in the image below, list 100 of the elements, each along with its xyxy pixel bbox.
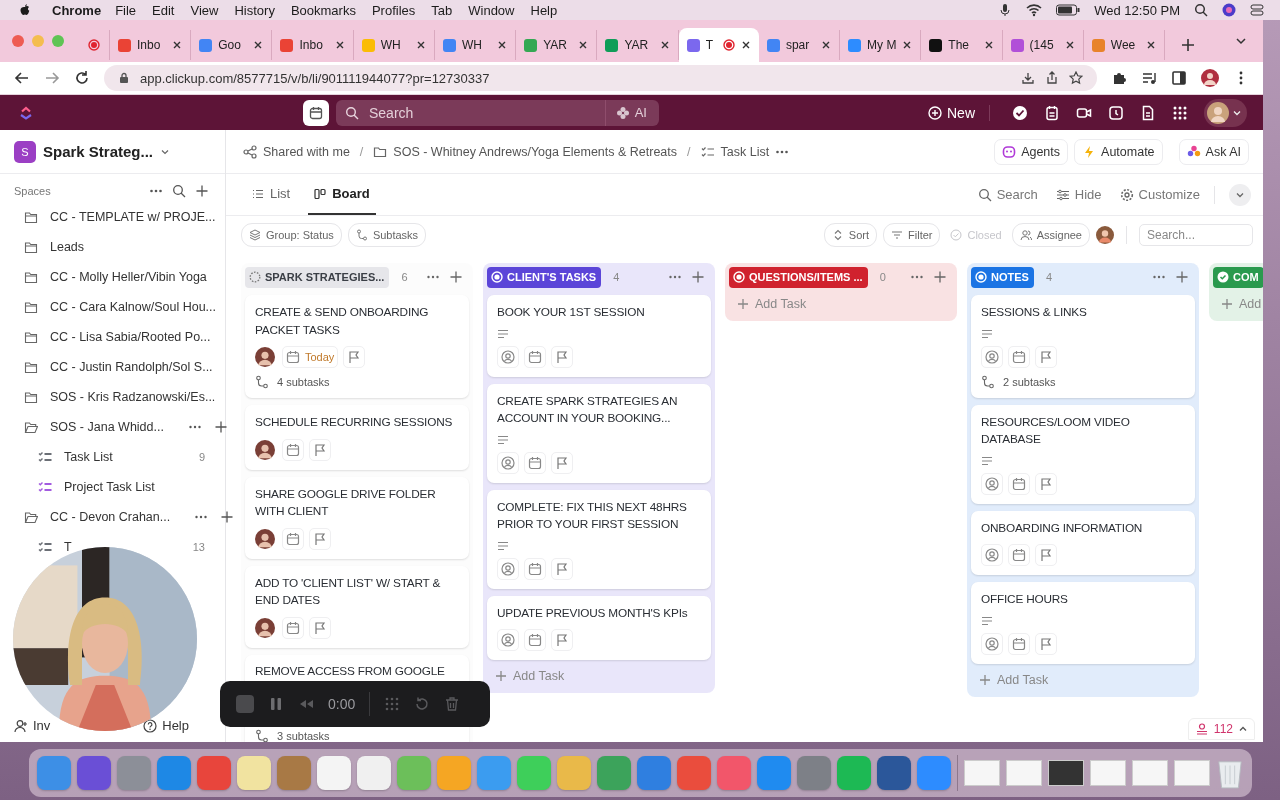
menu-item[interactable]: Bookmarks xyxy=(290,2,356,18)
due-date-button[interactable] xyxy=(524,345,546,368)
task-card[interactable]: ADD TO 'CLIENT LIST' W/ START & END DATES xyxy=(245,565,469,648)
avatar-icon[interactable] xyxy=(255,439,275,460)
menu-item[interactable]: File xyxy=(115,2,137,18)
app-icon[interactable] xyxy=(876,756,911,790)
priority-button[interactable] xyxy=(551,345,573,368)
close-icon[interactable] xyxy=(497,40,508,50)
task-card[interactable]: OFFICE HOURS xyxy=(971,582,1195,664)
header-button[interactable]: Agents xyxy=(994,138,1069,165)
browser-tab[interactable]: (145 xyxy=(1002,30,1084,60)
priority-button[interactable] xyxy=(309,527,331,550)
due-date-button[interactable] xyxy=(282,438,304,461)
dot-grid-icon[interactable] xyxy=(384,696,401,712)
sidebar-item[interactable]: CC - Devon Crahan... xyxy=(50,510,171,524)
task-card[interactable]: SHARE GOOGLE DRIVE FOLDER WITH CLIENT xyxy=(245,476,469,559)
priority-button[interactable] xyxy=(1035,544,1057,566)
search-icon[interactable] xyxy=(172,184,186,198)
restart-icon[interactable] xyxy=(414,696,431,712)
plus-icon[interactable] xyxy=(195,184,209,198)
window-thumbnail[interactable] xyxy=(1131,760,1168,786)
ai-button[interactable]: AI xyxy=(604,99,659,126)
browser-tab[interactable]: YAR xyxy=(516,30,598,60)
window-thumbnail[interactable] xyxy=(1173,760,1210,786)
plus-icon[interactable] xyxy=(213,420,228,434)
subtasks-count[interactable]: 4 subtasks xyxy=(277,376,330,388)
plus-icon[interactable] xyxy=(933,270,947,284)
clock[interactable]: Wed 12:50 PM xyxy=(1094,2,1180,18)
task-card[interactable]: SESSIONS & LINKS 2 subtasks xyxy=(971,295,1195,398)
share-icon[interactable] xyxy=(1045,71,1059,85)
reload-icon[interactable] xyxy=(74,70,90,86)
sidebar-item[interactable]: Leads xyxy=(50,240,85,254)
trash-icon[interactable] xyxy=(444,696,461,712)
browser-tab[interactable]: My M xyxy=(840,30,922,60)
apps-grid-icon[interactable] xyxy=(1172,104,1188,121)
sidebar-item[interactable]: SOS - Kris Radzanowski/Es... xyxy=(50,390,216,404)
task-card[interactable]: UPDATE PREVIOUS MONTH'S KPIs xyxy=(487,595,711,660)
assignee-button[interactable] xyxy=(497,557,519,580)
document-icon[interactable] xyxy=(1140,104,1156,121)
close-window-button[interactable] xyxy=(12,35,24,47)
browser-tab[interactable]: spar xyxy=(758,30,841,60)
plus-icon[interactable] xyxy=(449,270,463,284)
battery-icon[interactable] xyxy=(1056,4,1081,16)
menu-item[interactable]: Window xyxy=(468,2,515,18)
sidebar-item[interactable]: CC - Justin Randolph/Sol S... xyxy=(50,360,213,374)
due-date-button[interactable] xyxy=(1008,472,1030,495)
priority-button[interactable] xyxy=(551,557,573,580)
priority-button[interactable] xyxy=(1035,345,1057,368)
menu-item[interactable]: History xyxy=(234,2,275,18)
subtasks-button[interactable]: Subtasks xyxy=(347,222,427,247)
menu-item[interactable]: Help xyxy=(530,2,558,18)
sidebar-icon[interactable] xyxy=(1171,70,1187,86)
assignee-button[interactable] xyxy=(497,451,519,474)
close-icon[interactable] xyxy=(902,40,913,50)
workspace-switcher[interactable]: S Spark Strateg... xyxy=(0,130,225,174)
task-card[interactable]: RESOURCES/LOOM VIDEO DATABASE xyxy=(971,404,1195,504)
alarm-clock-icon[interactable] xyxy=(1108,104,1124,121)
app-icon[interactable] xyxy=(356,756,391,790)
due-date-button[interactable] xyxy=(1008,544,1030,566)
calendar-button[interactable] xyxy=(303,99,329,126)
view-tab[interactable]: List xyxy=(246,174,297,215)
close-icon[interactable] xyxy=(578,40,589,50)
subtasks-count[interactable]: 3 subtasks xyxy=(277,730,330,742)
collapse-button[interactable] xyxy=(1229,183,1251,206)
browser-tab[interactable]: Wee xyxy=(1083,30,1166,60)
browser-tab[interactable]: The xyxy=(921,30,1003,60)
browser-tab[interactable]: WH xyxy=(434,30,517,60)
due-date-button[interactable] xyxy=(524,451,546,474)
due-date-button[interactable] xyxy=(282,527,304,550)
search-icon[interactable] xyxy=(1194,3,1208,17)
due-date-button[interactable] xyxy=(1008,632,1030,655)
due-date-button[interactable] xyxy=(282,616,304,639)
priority-button[interactable] xyxy=(551,451,573,474)
menu-item[interactable]: View xyxy=(190,2,219,18)
app-icon[interactable] xyxy=(76,756,111,790)
user-menu[interactable] xyxy=(1204,98,1247,127)
pause-icon[interactable] xyxy=(268,696,284,712)
chevron-down-icon[interactable] xyxy=(1235,35,1247,47)
breadcrumb-link[interactable]: Task List xyxy=(720,144,770,159)
notepad-icon[interactable] xyxy=(1044,104,1060,121)
priority-button[interactable] xyxy=(1035,472,1057,495)
priority-button[interactable] xyxy=(343,346,366,368)
filter-button[interactable]: Filter xyxy=(883,222,941,247)
due-date-button[interactable]: Today xyxy=(282,346,339,368)
priority-button[interactable] xyxy=(551,629,573,651)
task-card[interactable]: SCHEDULE RECURRING SESSIONS xyxy=(245,405,469,470)
assignee-button[interactable] xyxy=(981,345,1003,368)
sidebar-item[interactable]: SOS - Jana Whidd... xyxy=(50,420,164,434)
close-icon[interactable] xyxy=(740,40,751,50)
group-by-button[interactable]: Group: Status xyxy=(241,222,342,247)
assignee-button[interactable] xyxy=(981,544,1003,566)
window-thumbnail[interactable] xyxy=(1005,760,1042,786)
sidebar-item[interactable]: CC - Cara Kalnow/Soul Hou... xyxy=(50,300,217,314)
assignee-button[interactable]: Assignee xyxy=(1011,222,1090,247)
invite-link[interactable]: Inv xyxy=(14,718,51,733)
task-card[interactable]: BOOK YOUR 1ST SESSION xyxy=(487,295,711,377)
sidebar-item[interactable]: Project Task List xyxy=(64,480,155,494)
new-button[interactable]: New xyxy=(928,104,975,121)
plus-icon[interactable] xyxy=(1175,270,1189,284)
task-card[interactable]: CREATE SPARK STRATEGIES AN ACCOUNT IN YOUR BOOKING... xyxy=(487,383,711,483)
